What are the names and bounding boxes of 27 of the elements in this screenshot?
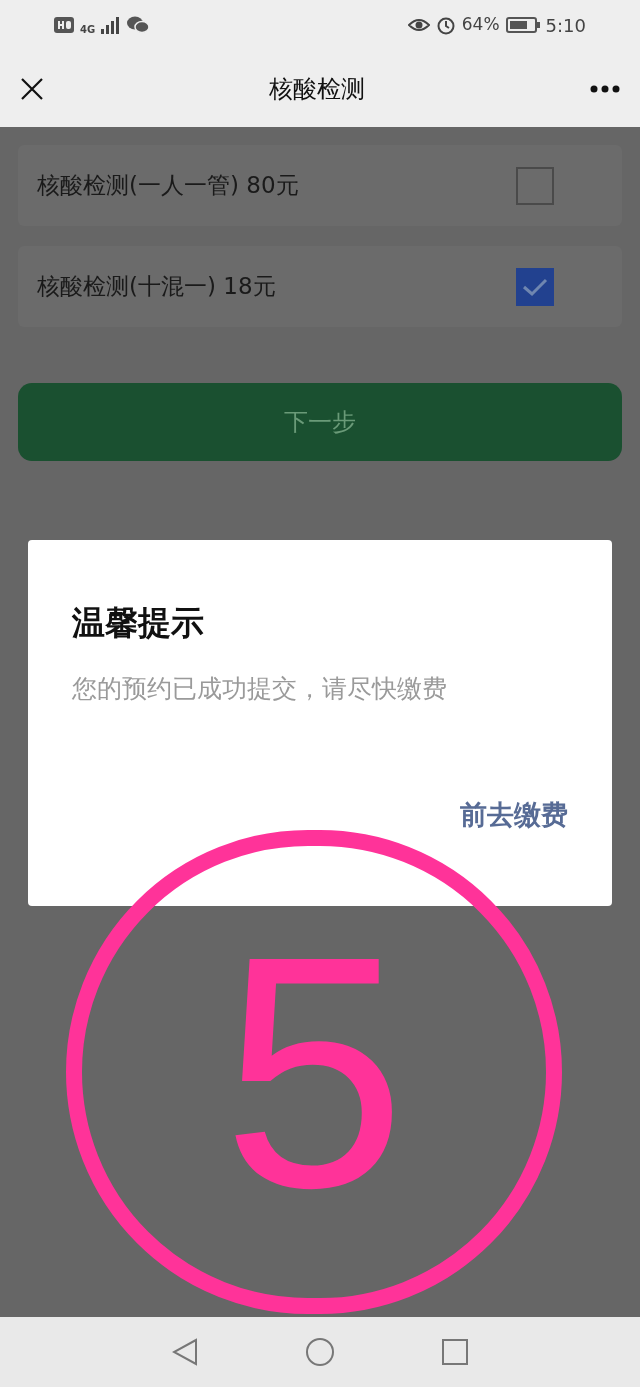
clock-time: 5:10 <box>545 13 586 38</box>
next-button[interactable]: 下一步 <box>18 383 622 461</box>
chat-icon <box>127 16 150 34</box>
option-label: 核酸检测(一人一管) 80元 <box>37 171 299 201</box>
battery-icon <box>505 17 540 33</box>
eye-icon <box>407 17 430 33</box>
back-icon[interactable] <box>172 1338 198 1366</box>
network-type: 4G <box>80 25 96 35</box>
close-icon[interactable] <box>20 76 44 101</box>
home-icon[interactable] <box>306 1338 334 1366</box>
annotation-number: 5 <box>222 907 406 1237</box>
dialog-title: 温馨提示 <box>72 602 205 644</box>
signal-icon <box>101 16 122 34</box>
option-card[interactable]: 核酸检测(一人一管) 80元 <box>18 145 622 226</box>
alarm-icon <box>435 15 456 35</box>
check-icon <box>522 276 548 297</box>
option-card[interactable]: 核酸检测(十混一) 18元 <box>18 246 622 327</box>
checkbox[interactable] <box>516 267 554 306</box>
dialog-message: 您的预约已成功提交，请尽快缴费 <box>72 672 448 705</box>
checkbox[interactable] <box>516 166 554 205</box>
hd-icon <box>54 17 74 33</box>
more-icon[interactable] <box>590 84 620 93</box>
recents-icon[interactable] <box>442 1339 468 1365</box>
page-title: 核酸检测 <box>269 73 365 105</box>
battery-percent: 64% <box>461 13 500 37</box>
pay-button[interactable]: 前去缴费 <box>460 795 568 836</box>
option-label: 核酸检测(十混一) 18元 <box>37 272 276 302</box>
